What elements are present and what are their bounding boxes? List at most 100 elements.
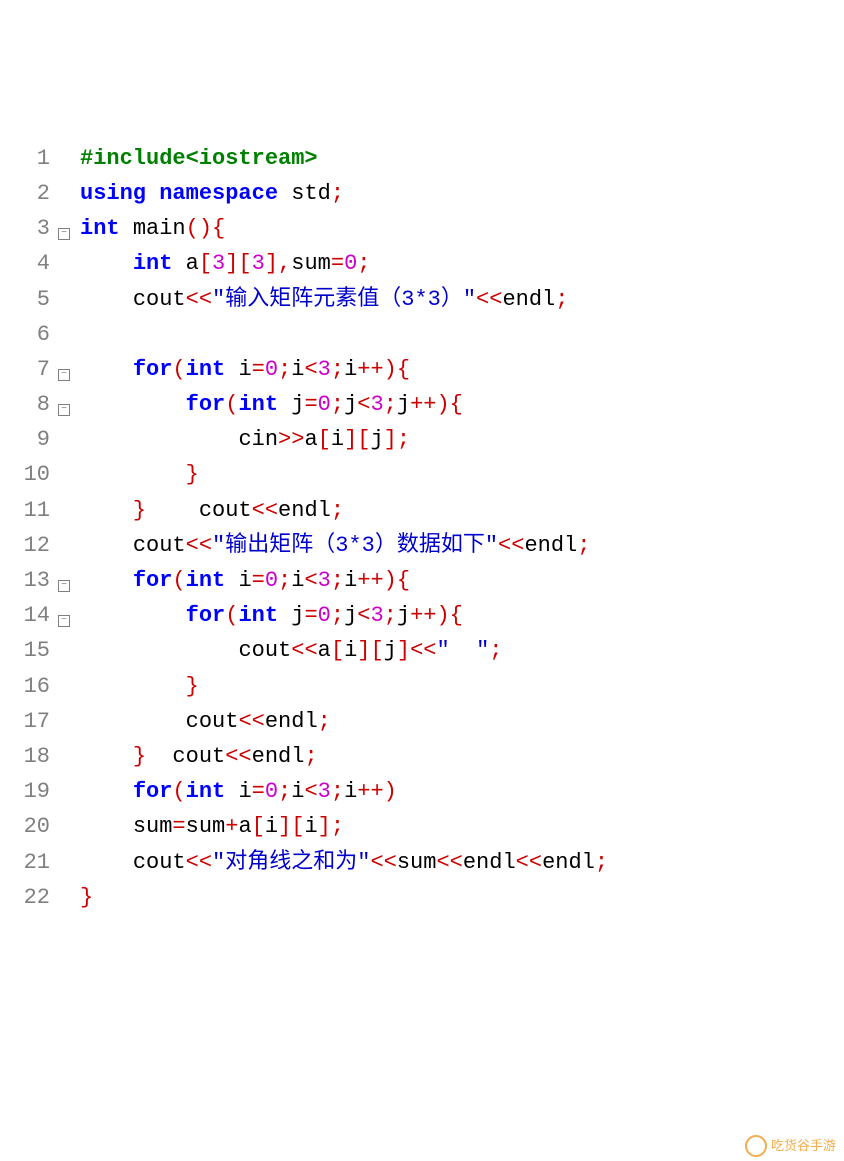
fold-cell [58,141,76,176]
token-num: 3 [318,568,331,593]
token-sym [146,181,159,206]
code-line[interactable]: #include<iostream> [80,141,608,176]
token-num: 0 [265,779,278,804]
token-op: ( [172,357,185,382]
token-num: 3 [212,251,225,276]
code-line[interactable]: cin>>a[i][j]; [80,422,608,457]
code-line[interactable]: for(int j=0;j<3;j++){ [80,387,608,422]
fold-column: − − − − − [58,141,76,915]
token-op: ; [278,568,291,593]
fold-toggle-icon[interactable]: − [58,580,70,592]
code-line[interactable]: int main(){ [80,211,608,246]
line-number: 7 [0,352,54,387]
token-sym [278,603,291,628]
fold-cell[interactable]: − [58,211,76,246]
line-number: 3 [0,211,54,246]
line-number: 1 [0,141,54,176]
token-id: i [291,357,304,382]
token-op: } [133,744,146,769]
fold-cell [58,880,76,915]
code-line[interactable]: } [80,457,608,492]
line-number: 22 [0,880,54,915]
code-line[interactable]: int a[3][3],sum=0; [80,246,608,281]
code-line[interactable]: } [80,880,608,915]
token-op: << [186,287,212,312]
fold-cell [58,246,76,281]
token-op: [ [199,251,212,276]
code-line[interactable] [80,317,608,352]
token-op: ; [577,533,590,558]
code-line[interactable]: using namespace std; [80,176,608,211]
token-op: ; [384,603,397,628]
token-op: << [225,744,251,769]
code-line[interactable]: for(int j=0;j<3;j++){ [80,598,608,633]
token-id: endl [252,744,305,769]
token-op: [ [331,638,344,663]
token-op: >> [278,427,304,452]
code-line[interactable]: cout<<endl; [80,704,608,739]
token-id: i [344,779,357,804]
code-line[interactable]: sum=sum+a[i][i]; [80,809,608,844]
fold-cell [58,809,76,844]
token-num: 0 [265,568,278,593]
code-line[interactable]: cout<<"对角线之和为"<<sum<<endl<<endl; [80,845,608,880]
token-op: (){ [186,216,226,241]
line-number: 11 [0,493,54,528]
token-sym [80,392,186,417]
fold-toggle-icon[interactable]: − [58,369,70,381]
token-id: i [265,814,278,839]
code-line[interactable]: } [80,669,608,704]
line-number: 21 [0,845,54,880]
token-op: << [498,533,524,558]
fold-toggle-icon[interactable]: − [58,615,70,627]
fold-cell[interactable]: − [58,352,76,387]
token-id: cout [199,498,252,523]
code-line[interactable]: for(int i=0;i<3;i++){ [80,352,608,387]
token-op: ; [331,779,344,804]
line-number: 4 [0,246,54,281]
token-op: ], [265,251,291,276]
line-number: 19 [0,774,54,809]
fold-cell [58,774,76,809]
fold-cell[interactable]: − [58,563,76,598]
token-sym [278,392,291,417]
token-id: endl [463,850,516,875]
code-area[interactable]: #include<iostream>using namespace std;in… [76,141,608,915]
token-sym [80,427,238,452]
token-op: ][ [344,427,370,452]
code-line[interactable]: cout<<a[i][j]<<" "; [80,633,608,668]
code-line[interactable]: } cout<<endl; [80,739,608,774]
token-id: a [304,427,317,452]
code-line[interactable]: for(int i=0;i<3;i++){ [80,563,608,598]
token-id: i [291,779,304,804]
token-sym [80,850,133,875]
code-line[interactable]: } cout<<endl; [80,493,608,528]
token-kw: for [186,603,226,628]
token-id: std [291,181,331,206]
token-op: = [304,392,317,417]
code-line[interactable]: cout<<"输出矩阵（3*3）数据如下"<<endl; [80,528,608,563]
token-id: sum [133,814,173,839]
token-op: ; [357,251,370,276]
token-sym [80,568,133,593]
token-id: j [397,603,410,628]
fold-toggle-icon[interactable]: − [58,404,70,416]
fold-cell[interactable]: − [58,598,76,633]
line-number: 14 [0,598,54,633]
token-id: endl [524,533,577,558]
token-kw: for [133,357,173,382]
token-str: "对角线之和为" [212,850,370,875]
token-id: i [344,638,357,663]
fold-cell[interactable]: − [58,387,76,422]
token-id: cout [133,533,186,558]
code-line[interactable]: cout<<"输入矩阵元素值（3*3）"<<endl; [80,282,608,317]
token-id: endl [502,287,555,312]
token-id: a [238,814,251,839]
token-num: 3 [318,779,331,804]
token-str: "输出矩阵（3*3）数据如下" [212,533,498,558]
fold-toggle-icon[interactable]: − [58,228,70,240]
line-number: 18 [0,739,54,774]
code-line[interactable]: for(int i=0;i<3;i++) [80,774,608,809]
token-id: cin [238,427,278,452]
fold-cell [58,282,76,317]
